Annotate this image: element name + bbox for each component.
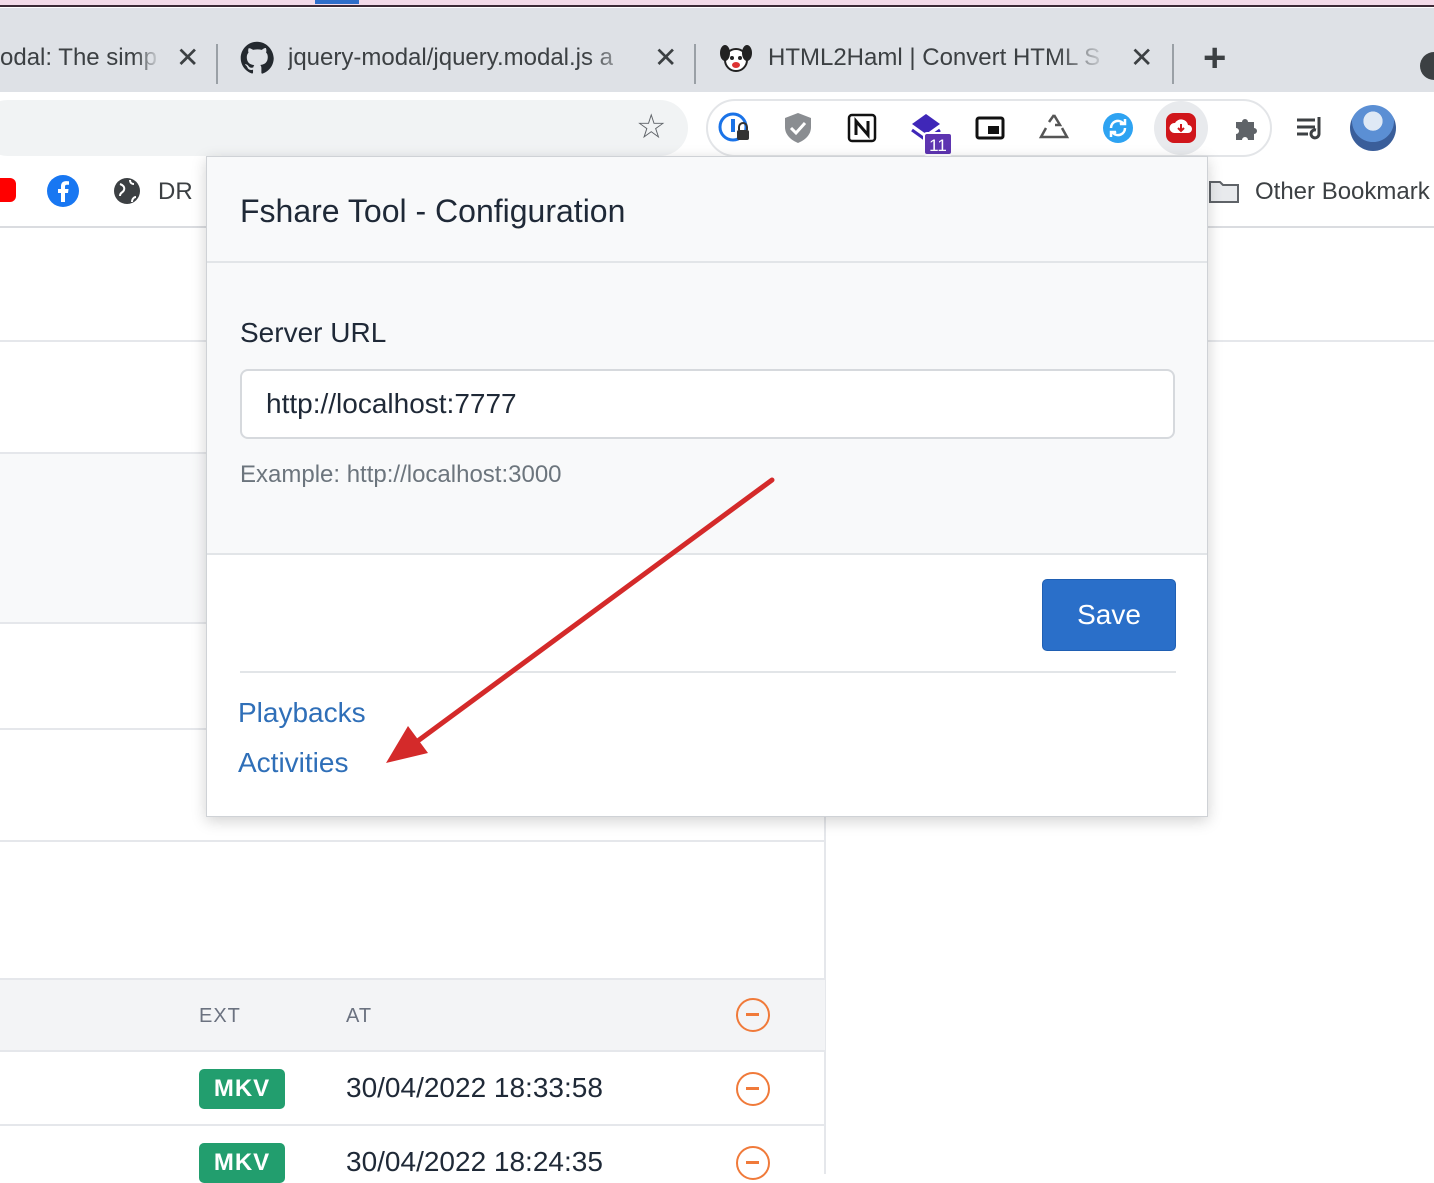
column-header-ext: EXT [199,1005,241,1027]
ext-badge: MKV [199,1069,285,1109]
tab-separator [216,44,218,84]
window-top-highlight [315,0,359,4]
close-icon[interactable]: ✕ [654,44,677,72]
timestamp-cell: 30/04/2022 18:33:58 [346,1072,603,1103]
extension-popup: Fshare Tool - Configuration Server URL E… [206,156,1208,817]
save-button[interactable]: Save [1042,579,1176,651]
bookmark-other-bookmarks[interactable]: Other Bookmark [1255,178,1430,206]
timestamp-cell: 30/04/2022 18:24:35 [346,1146,603,1177]
window-top-strip [0,0,1434,7]
tab-html2haml[interactable]: HTML2Haml | Convert HTML S ✕ [718,34,1158,82]
tab-title: jquery-modal/jquery.modal.js a [288,44,614,71]
server-url-help: Example: http://localhost:3000 [240,461,562,488]
globe-bookmark-icon[interactable] [112,176,142,211]
activities-link[interactable]: Activities [238,747,348,779]
remove-row-icon[interactable] [736,1072,770,1106]
tab-github-jquery-modal[interactable]: jquery-modal/jquery.modal.js a ✕ [240,34,680,82]
tab-jquery-modal-site[interactable]: odal: The simp ✕ [0,34,210,82]
fshare-cloud-extension-icon[interactable] [1161,108,1201,148]
notion-extension-icon[interactable] [842,108,882,148]
address-bar[interactable] [0,100,688,156]
bookmark-dr[interactable]: DR [158,178,193,206]
remove-row-icon[interactable] [736,1146,770,1180]
table-header [0,978,825,1052]
facebook-bookmark-icon[interactable] [46,174,80,213]
tab-title: HTML2Haml | Convert HTML S [768,44,1101,71]
close-icon[interactable]: ✕ [176,44,199,72]
html2haml-dog-icon [720,45,752,72]
playbacks-link[interactable]: Playbacks [238,697,366,729]
popup-title: Fshare Tool - Configuration [240,193,626,229]
ext-badge: MKV [199,1143,285,1183]
popup-header: Fshare Tool - Configuration [207,157,1207,263]
sync-extension-icon[interactable] [1098,108,1138,148]
tab-separator [1172,44,1174,84]
server-url-input[interactable] [240,369,1175,439]
picture-in-picture-extension-icon[interactable] [970,108,1010,148]
new-tab-button[interactable]: + [1203,38,1226,78]
bookmark-star-icon[interactable]: ☆ [636,110,666,144]
popup-divider [240,671,1176,673]
puzzle-extensions-icon[interactable] [1226,108,1266,148]
youtube-bookmark-icon[interactable] [0,178,16,202]
server-url-label: Server URL [240,317,387,348]
tab-title: odal: The simp [0,44,157,71]
folder-icon [1208,178,1240,209]
close-icon[interactable]: ✕ [1130,44,1153,72]
tab-separator [694,44,696,84]
recycle-extension-icon[interactable] [1034,108,1074,148]
page-divider [0,840,825,842]
column-header-at: AT [346,1005,373,1027]
table-row-divider [0,1124,825,1126]
tab-search-icon[interactable] [1420,52,1434,80]
password-manager-extension-icon[interactable] [714,108,754,148]
extension-badge: 11 [923,132,953,156]
popup-form: Server URL Example: http://localhost:300… [207,263,1207,555]
shield-extension-icon[interactable] [778,108,818,148]
github-icon [240,41,274,74]
media-controls-icon[interactable] [1290,108,1330,148]
tab-strip: odal: The simp ✕ jquery-modal/jquery.mod… [0,8,1434,92]
remove-all-icon[interactable] [736,998,770,1032]
profile-avatar[interactable] [1350,105,1396,151]
